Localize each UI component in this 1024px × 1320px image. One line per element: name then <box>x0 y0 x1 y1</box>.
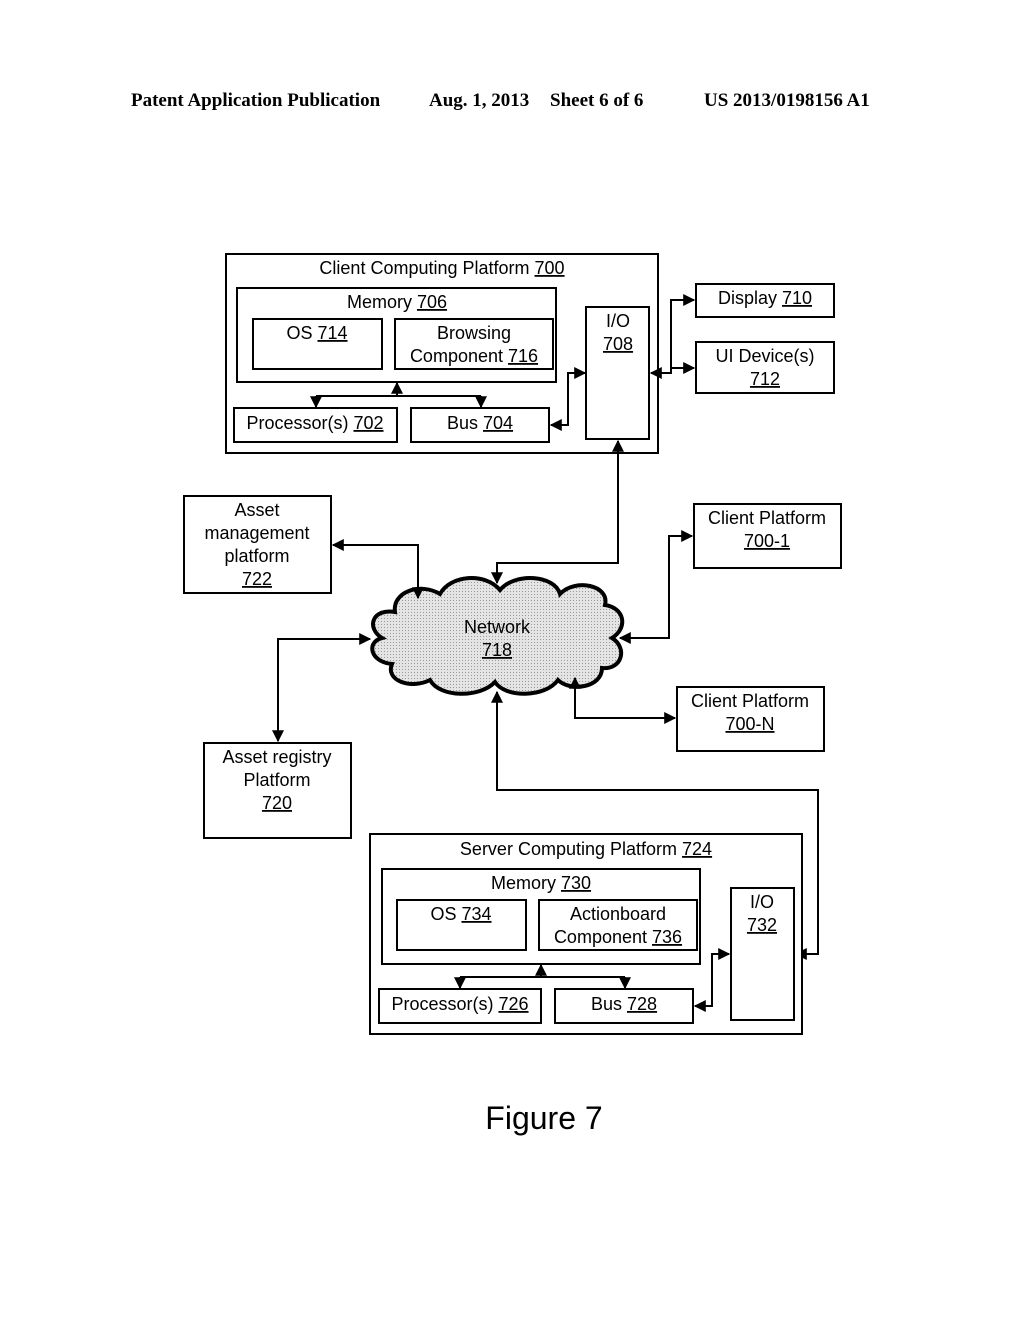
network-cloud: Network 718 <box>370 576 625 696</box>
server-processor: Processor(s) 726 <box>378 988 542 1024</box>
svg-text:Memory 730: Memory 730 <box>491 873 591 893</box>
svg-text:OS 714: OS 714 <box>286 323 347 343</box>
svg-text:Processor(s) 726: Processor(s) 726 <box>391 994 528 1014</box>
server-bus: Bus 728 <box>554 988 694 1024</box>
svg-text:Platform: Platform <box>243 770 310 790</box>
svg-text:700-N: 700-N <box>725 714 774 734</box>
svg-text:I/O: I/O <box>606 311 630 331</box>
server-os: OS 734 <box>396 899 527 951</box>
svg-text:Component 736: Component 736 <box>554 927 682 947</box>
svg-text:Display 710: Display 710 <box>718 288 812 308</box>
svg-text:732: 732 <box>747 915 777 935</box>
svg-text:720: 720 <box>262 793 292 813</box>
client-os: OS 714 <box>252 318 383 370</box>
svg-text:platform: platform <box>224 546 289 566</box>
svg-text:UI Device(s): UI Device(s) <box>715 346 814 366</box>
client-platform-title: Client Computing Platform 700 <box>319 258 564 278</box>
svg-text:Asset registry: Asset registry <box>222 747 331 767</box>
svg-text:Actionboard: Actionboard <box>570 904 666 924</box>
svg-text:718: 718 <box>482 640 512 660</box>
svg-text:Network: Network <box>464 617 531 637</box>
client-platform-700-1: Client Platform 700-1 <box>693 503 842 569</box>
svg-text:712: 712 <box>750 369 780 389</box>
asset-mgmt-network-connector <box>331 539 424 600</box>
svg-text:Browsing: Browsing <box>437 323 511 343</box>
system-diagram: Client Computing Platform 700 Memory 706… <box>183 253 842 1136</box>
ui-device-box: UI Device(s) 712 <box>695 341 835 394</box>
client-1-network-connector <box>618 530 694 644</box>
client-io: I/O 708 <box>585 306 650 440</box>
svg-text:700-1: 700-1 <box>744 531 790 551</box>
asset-registry-platform: Asset registry Platform 720 <box>203 742 352 839</box>
svg-text:708: 708 <box>603 334 633 354</box>
svg-text:Bus 704: Bus 704 <box>447 413 513 433</box>
svg-text:I/O: I/O <box>750 892 774 912</box>
figure-caption: Figure 7 <box>485 1100 602 1136</box>
actionboard-component: Actionboard Component 736 <box>538 899 698 951</box>
svg-text:722: 722 <box>242 569 272 589</box>
display-box: Display 710 <box>695 283 835 318</box>
asset-management-platform: Asset management platform 722 <box>183 495 332 594</box>
browsing-component: Browsing Component 716 <box>394 318 554 370</box>
svg-text:management: management <box>204 523 309 543</box>
client-platform-700-n: Client Platform 700-N <box>676 686 825 752</box>
svg-text:Processor(s) 702: Processor(s) 702 <box>246 413 383 433</box>
svg-text:Server Computing Platform 724: Server Computing Platform 724 <box>460 839 712 859</box>
svg-text:Client Platform: Client Platform <box>708 508 826 528</box>
io-network-connector <box>491 439 624 585</box>
svg-text:Memory 706: Memory 706 <box>347 292 447 312</box>
client-processor: Processor(s) 702 <box>233 407 398 443</box>
svg-text:OS 734: OS 734 <box>430 904 491 924</box>
asset-registry-network-connector <box>272 633 372 743</box>
svg-text:Client Platform: Client Platform <box>691 691 809 711</box>
svg-text:Asset: Asset <box>234 500 279 520</box>
server-io: I/O 732 <box>730 887 795 1021</box>
client-bus: Bus 704 <box>410 407 550 443</box>
svg-text:Component 716: Component 716 <box>410 346 538 366</box>
svg-text:Bus 728: Bus 728 <box>591 994 657 1014</box>
